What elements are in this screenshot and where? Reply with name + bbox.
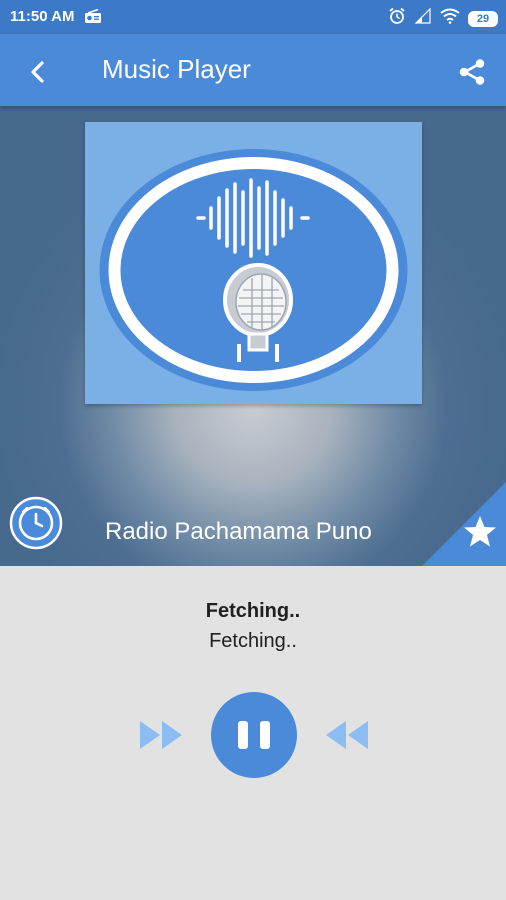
rewind-button[interactable] [322, 719, 370, 751]
share-button[interactable] [456, 56, 488, 88]
page-title: Music Player [102, 54, 251, 84]
share-icon [459, 59, 485, 85]
status-time: 11:50 AM [10, 8, 75, 25]
app-bar: Music Player [0, 34, 506, 106]
track-title: Fetching.. [205, 600, 301, 622]
rewind-icon [326, 721, 368, 749]
wifi-icon [440, 8, 460, 29]
pause-button[interactable] [211, 692, 297, 778]
status-bar: 11:50 AM 29 [0, 0, 506, 34]
track-subtitle: Fetching.. [209, 630, 297, 652]
station-name: Radio Pachamama Puno [105, 518, 372, 545]
pause-icon [238, 721, 270, 749]
sleep-timer-button[interactable] [9, 496, 63, 550]
now-playing-panel: Fetching.. Fetching.. [0, 566, 506, 900]
microphone-soundwave-icon [99, 149, 408, 391]
star-icon [422, 482, 506, 566]
back-button[interactable] [22, 56, 54, 88]
fast-forward-icon [140, 721, 182, 749]
station-artwork [85, 122, 422, 404]
back-arrow-icon [31, 61, 44, 83]
clock-icon [9, 496, 63, 550]
signal-icon [414, 7, 432, 29]
battery-icon: 29 [468, 10, 498, 27]
battery-level: 29 [476, 12, 490, 25]
alarm-icon [388, 7, 406, 30]
favorite-button[interactable] [422, 482, 506, 566]
player-hero: Radio Pachamama Puno [0, 106, 506, 566]
radio-icon [84, 8, 102, 29]
fast-forward-button[interactable] [138, 719, 186, 751]
